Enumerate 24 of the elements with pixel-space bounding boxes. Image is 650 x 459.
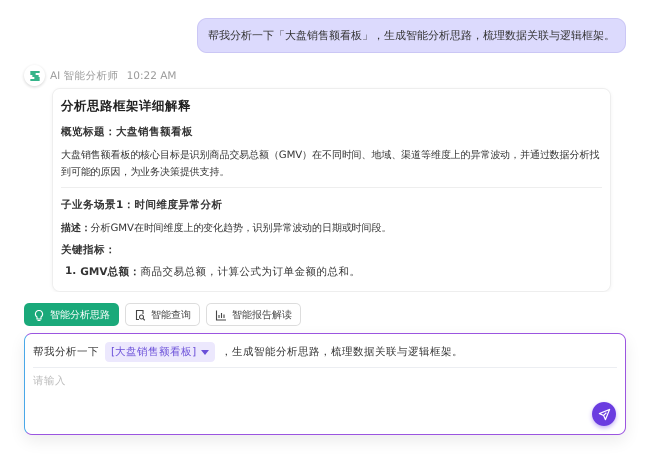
document-search-icon bbox=[134, 308, 146, 320]
section-heading: 概览标题：大盘销售额看板 bbox=[61, 125, 194, 139]
dataset-dropdown[interactable]: [大盘销售额看板] bbox=[105, 342, 216, 362]
caret-icon bbox=[201, 350, 210, 354]
paragraph: 描述：分析GMV在时间维度上的变化趋势，识别异常波动的日期或时间段。 bbox=[61, 222, 392, 236]
send-button[interactable] bbox=[592, 402, 616, 426]
card-title: 分析思路框架详细解释 bbox=[61, 98, 192, 115]
lightbulb-icon bbox=[33, 308, 45, 320]
mode-button[interactable]: 智能报告解读 bbox=[206, 303, 301, 326]
paragraph: 大盘销售额看板的核心目标是识别商品交易总额（GMV）在不同时间、地域、渠道等维度上的异常波动，并通过数据分析找到可能的原因，为业务决策提供支持。 bbox=[61, 148, 600, 180]
chat-input-box[interactable]: 帮我分析一下 [大盘销售额看板] ，生成智能分析思路，梳理数据关联与逻辑框架。 请输入 bbox=[24, 333, 626, 435]
prompt-text: ，生成智能分析思路，梳理数据关联与逻辑框架。 bbox=[221, 345, 464, 359]
logo-icon bbox=[28, 68, 42, 82]
message-time: 10:22 AM bbox=[126, 70, 176, 82]
section-heading: 关键指标： bbox=[61, 243, 117, 257]
prompt-text: 帮我分析一下 bbox=[33, 345, 99, 359]
user-message: 帮我分析一下「大盘销售额看板」，生成智能分析思路，梳理数据关联与逻辑框架。 bbox=[197, 18, 626, 53]
send-icon bbox=[598, 408, 610, 420]
bar-chart-icon bbox=[215, 308, 227, 320]
list-number: 1. bbox=[65, 265, 76, 279]
section-heading: 子业务场景1：时间维度异常分析 bbox=[61, 198, 224, 212]
list-item-text: GMV总额：商品交易总额，计算公式为订单金额的总和。 bbox=[80, 265, 360, 279]
mode-button[interactable]: 智能查询 bbox=[125, 303, 200, 326]
assistant-name: AI 智能分析师 bbox=[50, 68, 119, 82]
